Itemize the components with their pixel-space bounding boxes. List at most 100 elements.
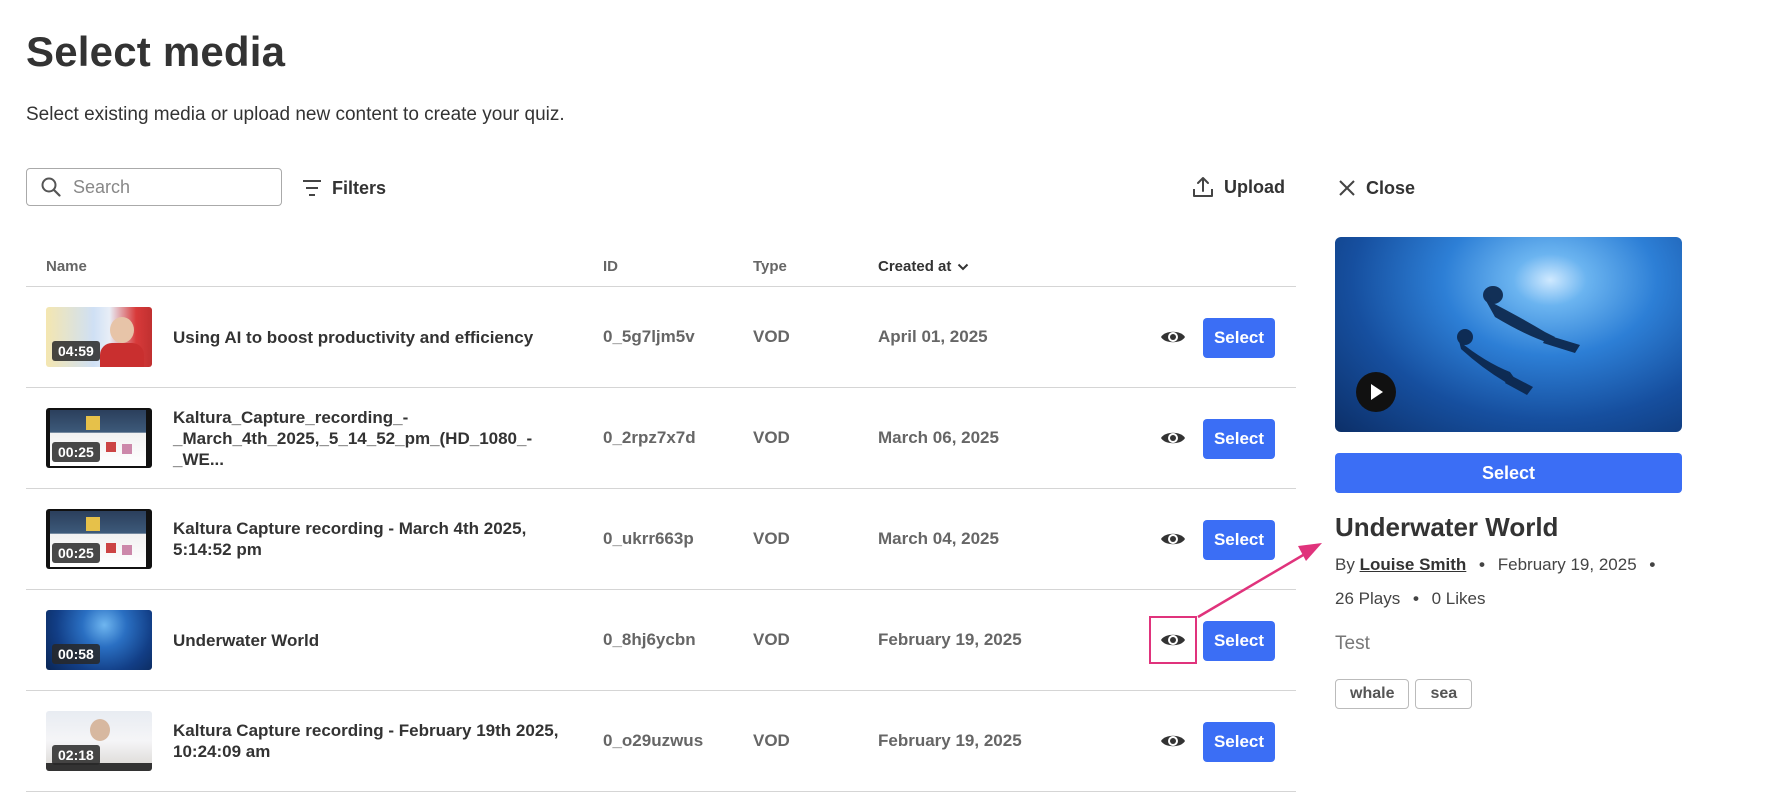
select-button[interactable]: Select <box>1203 318 1275 358</box>
media-created-date: February 19, 2025 <box>878 731 1022 750</box>
select-button[interactable]: Select <box>1203 621 1275 661</box>
play-icon <box>1371 384 1383 400</box>
duration-badge: 00:25 <box>52 442 100 462</box>
by-label: By <box>1335 555 1355 574</box>
media-name: Kaltura_Capture_recording_- _March_4th_2… <box>173 388 583 488</box>
chevron-down-icon <box>958 263 969 270</box>
search-field[interactable] <box>26 168 282 206</box>
media-thumbnail[interactable]: 00:25 <box>46 509 152 569</box>
eye-icon <box>1161 735 1185 747</box>
table-row[interactable]: 02:18 Kaltura Capture recording - Februa… <box>26 691 1296 792</box>
search-input[interactable] <box>71 175 265 199</box>
preview-eye-button[interactable] <box>1159 323 1187 351</box>
duration-badge: 00:58 <box>52 644 100 664</box>
table-row[interactable]: 04:59 Using AI to boost productivity and… <box>26 287 1296 388</box>
preview-eye-button[interactable] <box>1149 616 1197 664</box>
eye-icon <box>1161 432 1185 444</box>
filters-label: Filters <box>332 177 387 198</box>
duration-badge: 00:25 <box>52 543 100 563</box>
page-subtitle: Select existing media or upload new cont… <box>26 104 565 125</box>
media-id: 0_ukrr663p <box>603 529 694 548</box>
media-thumbnail[interactable]: 00:58 <box>46 610 152 670</box>
media-type: VOD <box>753 327 790 346</box>
media-type: VOD <box>753 428 790 447</box>
page-title: Select media <box>26 28 286 75</box>
eye-icon <box>1161 533 1185 545</box>
tag-list: whale sea <box>1335 679 1473 709</box>
media-name-line-1: Kaltura Capture recording - March 4th 20… <box>173 519 527 538</box>
column-header-created-label: Created at <box>878 258 952 275</box>
panel-description: Test <box>1335 633 1370 654</box>
panel-select-button[interactable]: Select <box>1335 453 1682 493</box>
preview-eye-button[interactable] <box>1159 525 1187 553</box>
duration-badge: 02:18 <box>52 745 100 765</box>
search-icon <box>41 177 61 197</box>
tag-chip[interactable]: sea <box>1415 679 1473 709</box>
media-name-line-2: 5:14:52 pm <box>173 540 262 559</box>
media-id: 0_5g7ljm5v <box>603 327 695 346</box>
media-detail-panel: Select Underwater World By Louise Smith … <box>1335 237 1685 709</box>
play-button[interactable] <box>1356 372 1396 412</box>
filter-icon <box>303 180 321 196</box>
panel-media-title: Underwater World <box>1335 512 1559 542</box>
media-name-line-2: 10:24:09 am <box>173 742 271 761</box>
select-button[interactable]: Select <box>1203 722 1275 762</box>
media-created-date: March 04, 2025 <box>878 529 999 548</box>
column-header-type: Type <box>753 258 787 275</box>
author-link[interactable]: Louise Smith <box>1360 555 1467 574</box>
separator-dot: • <box>1412 589 1419 608</box>
media-created-date: February 19, 2025 <box>878 630 1022 649</box>
media-type: VOD <box>753 630 790 649</box>
column-header-id: ID <box>603 258 618 275</box>
upload-icon <box>1193 177 1213 197</box>
separator-dot: • <box>1479 555 1485 574</box>
media-name: Kaltura Capture recording - March 4th 20… <box>173 489 583 589</box>
media-type: VOD <box>753 731 790 750</box>
media-name: Kaltura Capture recording - February 19t… <box>173 691 583 791</box>
close-icon <box>1339 180 1355 196</box>
column-header-created-at[interactable]: Created at <box>878 258 969 275</box>
media-name-text: Using AI to boost productivity and effic… <box>173 327 534 347</box>
table-row[interactable]: 00:25 Kaltura_Capture_recording_- _March… <box>26 388 1296 489</box>
media-created-date: April 01, 2025 <box>878 327 988 346</box>
preview-eye-button[interactable] <box>1159 424 1187 452</box>
media-thumbnail[interactable]: 04:59 <box>46 307 152 367</box>
column-header-name: Name <box>46 258 87 275</box>
plays-count: 26 Plays <box>1335 589 1401 608</box>
media-name-line-2: _March_4th_2025,_5_14_52_pm_(HD_1080_-_W… <box>173 428 533 469</box>
media-name-text: Underwater World <box>173 630 320 650</box>
media-name-line-1: Kaltura Capture recording - February 19t… <box>173 721 559 740</box>
panel-meta-line-1: By Louise Smith • February 19, 2025 • <box>1335 555 1663 575</box>
tag-chip[interactable]: whale <box>1335 679 1410 709</box>
media-id: 0_8hj6ycbn <box>603 630 696 649</box>
media-name: Underwater World <box>173 590 583 690</box>
select-button[interactable]: Select <box>1203 419 1275 459</box>
media-id: 0_2rpz7x7d <box>603 428 696 447</box>
table-row[interactable]: 00:58 Underwater World 0_8hj6ycbn VOD Fe… <box>26 590 1296 691</box>
upload-button[interactable]: Upload <box>1192 172 1285 202</box>
table-row[interactable]: 00:25 Kaltura Capture recording - March … <box>26 489 1296 590</box>
eye-icon <box>1161 634 1185 646</box>
media-table: Name ID Type Created at 04:59 Using AI t… <box>26 244 1296 792</box>
table-header: Name ID Type Created at <box>26 244 1296 287</box>
close-button[interactable]: Close <box>1338 174 1415 202</box>
media-name-line-1: Kaltura_Capture_recording_- <box>173 407 409 427</box>
upload-label: Upload <box>1224 176 1285 197</box>
select-button[interactable]: Select <box>1203 520 1275 560</box>
media-thumbnail[interactable]: 00:25 <box>46 408 152 468</box>
separator-dot: • <box>1649 555 1656 574</box>
close-label: Close <box>1366 177 1416 198</box>
eye-icon <box>1161 331 1185 343</box>
panel-date: February 19, 2025 <box>1497 555 1637 574</box>
duration-badge: 04:59 <box>52 341 100 361</box>
panel-meta-line-2: 26 Plays • 0 Likes <box>1335 589 1486 609</box>
preview-eye-button[interactable] <box>1159 727 1187 755</box>
media-type: VOD <box>753 529 790 548</box>
media-id: 0_o29uzwus <box>603 731 704 750</box>
filters-button[interactable]: Filters <box>302 174 386 202</box>
media-created-date: March 06, 2025 <box>878 428 999 447</box>
media-name: Using AI to boost productivity and effic… <box>173 287 583 387</box>
media-thumbnail[interactable]: 02:18 <box>46 711 152 771</box>
likes-count: 0 Likes <box>1431 589 1486 608</box>
media-preview-player[interactable] <box>1335 237 1682 432</box>
